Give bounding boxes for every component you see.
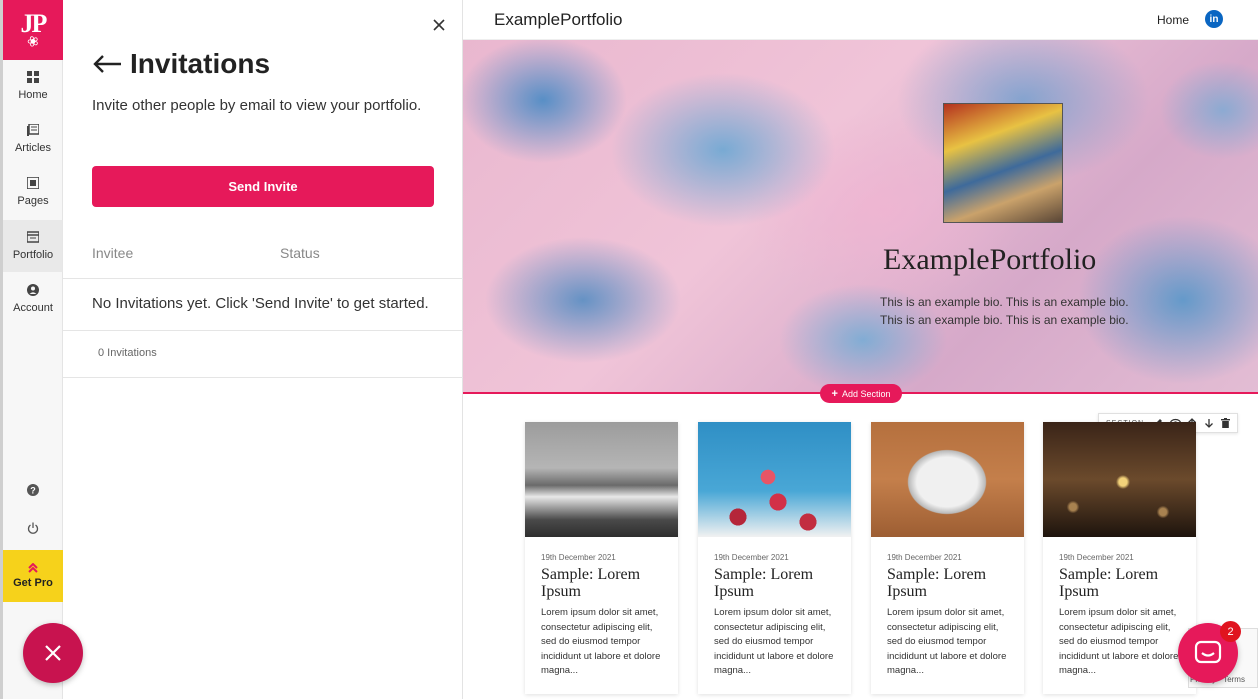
logo[interactable]: JP ❀ — [3, 0, 63, 60]
account-icon — [27, 284, 39, 296]
article-image — [1043, 422, 1196, 537]
add-section-label: Add Section — [841, 388, 891, 399]
article-title: Sample: Lorem Ipsum — [887, 566, 987, 600]
divider — [63, 377, 463, 378]
chat-icon — [1194, 640, 1222, 664]
trash-icon[interactable] — [1220, 417, 1232, 430]
send-invite-button[interactable]: Send Invite — [92, 166, 434, 207]
help-icon[interactable]: ? — [25, 482, 41, 498]
article-date: 19th December 2021 — [541, 553, 616, 562]
arrow-down-icon[interactable] — [1203, 417, 1215, 430]
chevrons-up-icon — [28, 563, 38, 573]
invitations-panel: Invitations Invite other people by email… — [63, 0, 463, 699]
article-excerpt: Lorem ipsum dolor sit amet, consectetur … — [1059, 607, 1179, 676]
page-title: Invitations — [92, 48, 270, 80]
nav-label-account: Account — [13, 302, 53, 314]
article-card[interactable]: 19th December 2021 Sample: Lorem Ipsum L… — [1043, 422, 1196, 694]
close-menu-button[interactable] — [23, 623, 83, 683]
column-header-invitee: Invitee — [92, 245, 134, 261]
hero-bio: This is an example bio. This is an examp… — [880, 295, 1129, 327]
nav-item-pages[interactable]: Pages — [3, 166, 63, 218]
article-card[interactable]: 19th December 2021 Sample: Lorem Ipsum L… — [871, 422, 1024, 694]
article-date: 19th December 2021 — [887, 553, 962, 562]
nav-item-account[interactable]: Account — [3, 273, 63, 325]
hero-title: ExamplePortfolio — [883, 243, 1097, 276]
article-date: 19th December 2021 — [1059, 553, 1134, 562]
nav-label-home: Home — [18, 89, 48, 101]
back-arrow-icon[interactable] — [92, 53, 122, 75]
article-date: 19th December 2021 — [714, 553, 789, 562]
panel-title-text: Invitations — [130, 48, 271, 79]
column-header-status: Status — [280, 245, 320, 261]
articles-icon — [27, 124, 39, 136]
hero-section[interactable]: ExamplePortfolio This is an example bio.… — [463, 40, 1258, 394]
empty-state-message: No Invitations yet. Click 'Send Invite' … — [92, 295, 429, 312]
linkedin-icon[interactable]: in — [1205, 10, 1223, 28]
article-excerpt: Lorem ipsum dolor sit amet, consectetur … — [887, 607, 1007, 676]
divider — [63, 278, 463, 279]
nav-item-portfolio[interactable]: Portfolio — [3, 220, 63, 272]
article-excerpt: Lorem ipsum dolor sit amet, consectetur … — [714, 607, 834, 676]
portfolio-icon — [27, 231, 39, 243]
profile-photo — [943, 103, 1063, 223]
nav-rail: JP ❀ Home Articles Pages Portfolio Accou… — [3, 0, 63, 699]
article-card[interactable]: 19th December 2021 Sample: Lorem Ipsum L… — [698, 422, 851, 694]
svg-text:?: ? — [30, 486, 36, 496]
close-icon[interactable] — [430, 16, 448, 34]
article-title: Sample: Lorem Ipsum — [541, 566, 641, 600]
grid-icon — [27, 71, 39, 83]
plus-icon: + — [831, 387, 838, 400]
article-title: Sample: Lorem Ipsum — [1059, 566, 1159, 600]
panel-description: Invite other people by email to view you… — [92, 97, 422, 114]
site-header: ExamplePortfolio Home in — [463, 0, 1258, 40]
site-nav-home[interactable]: Home — [1157, 13, 1189, 27]
nav-label-articles: Articles — [14, 142, 52, 154]
nav-item-articles[interactable]: Articles — [3, 113, 63, 165]
power-icon[interactable] — [25, 520, 41, 536]
add-section-button[interactable]: + Add Section — [820, 384, 902, 403]
close-icon — [45, 645, 61, 661]
pages-icon — [27, 177, 39, 189]
nav-item-home[interactable]: Home — [3, 60, 63, 112]
get-pro-button[interactable]: Get Pro — [3, 550, 63, 602]
article-image — [525, 422, 678, 537]
get-pro-label: Get Pro — [13, 577, 53, 589]
article-image — [698, 422, 851, 537]
article-image — [871, 422, 1024, 537]
nav-label-pages: Pages — [17, 195, 49, 207]
portfolio-preview: ExamplePortfolio Home in ExamplePortfoli… — [463, 0, 1258, 699]
nav-label-portfolio: Portfolio — [12, 249, 54, 261]
notification-badge: 2 — [1220, 621, 1241, 642]
site-brand[interactable]: ExamplePortfolio — [494, 10, 623, 30]
article-excerpt: Lorem ipsum dolor sit amet, consectetur … — [541, 607, 661, 676]
invitation-count: 0 Invitations — [98, 347, 157, 359]
divider — [63, 330, 463, 331]
article-card[interactable]: 19th December 2021 Sample: Lorem Ipsum L… — [525, 422, 678, 694]
article-title: Sample: Lorem Ipsum — [714, 566, 814, 600]
